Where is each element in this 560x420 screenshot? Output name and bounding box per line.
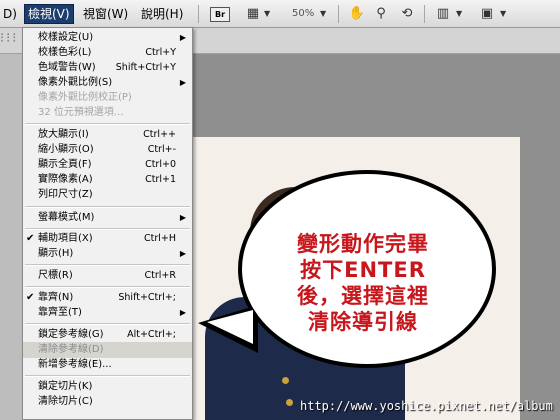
menu-item-show[interactable]: 顯示(H) ▶ <box>23 246 192 262</box>
checkmark-icon: ✔ <box>26 292 35 303</box>
menu-bar: D) 檢視(V) 視窗(W) 說明(H) Br ▦ ▼ 50% ▼ ✋ ⚲ ⟲ … <box>0 0 560 28</box>
options-bar-grip: ⁝⁝⁝ <box>0 31 19 46</box>
menu-view[interactable]: 檢視(V) <box>24 4 74 24</box>
toolbar-separator <box>338 5 339 23</box>
menu-item-proof-setup[interactable]: 校樣設定(U) ▶ <box>23 30 192 46</box>
hand-tool-icon[interactable]: ✋ <box>348 6 366 22</box>
menu-item-snap-to[interactable]: 靠齊至(T) ▶ <box>23 305 192 321</box>
menu-item-lock-slices[interactable]: 鎖定切片(K) <box>23 379 192 395</box>
menu-separator <box>25 206 190 208</box>
speech-bubble-tail-inner <box>207 310 253 344</box>
menu-item-gamut-warning[interactable]: 色域警告(W) Shift+Ctrl+Y <box>23 60 192 76</box>
chevron-down-icon[interactable]: ▼ <box>264 6 270 22</box>
screen-mode-icon[interactable]: ▣ <box>478 6 496 22</box>
bubble-line: 變形動作完畢 <box>297 232 429 256</box>
menu-item-zoom-out[interactable]: 縮小顯示(O) Ctrl+- <box>23 142 192 158</box>
bubble-line: 後，選擇這裡 <box>297 284 429 308</box>
menu-item-lock-guides[interactable]: 鎖定參考線(G) Alt+Ctrl+; <box>23 327 192 343</box>
menu-item-clear-slices[interactable]: 清除切片(C) <box>23 394 192 410</box>
zoom-tool-icon[interactable]: ⚲ <box>372 6 390 22</box>
menu-item-new-guide[interactable]: 新增參考線(E)... <box>23 357 192 373</box>
toolbar-separator <box>198 5 199 23</box>
menu-item-proof-colors[interactable]: 校樣色彩(L) Ctrl+Y <box>23 45 192 61</box>
arrange-documents-icon[interactable]: ▥ <box>434 6 452 22</box>
menu-separator <box>25 286 190 288</box>
menu-separator <box>25 123 190 125</box>
bubble-line: 清除導引線 <box>308 310 418 334</box>
menu-separator <box>25 323 190 325</box>
tools-panel <box>0 54 24 420</box>
menu-item-extras[interactable]: ✔ 輔助項目(X) Ctrl+H <box>23 231 192 247</box>
menu-edit-partial[interactable]: D) <box>0 5 20 23</box>
jacket-button <box>282 377 289 384</box>
menu-item-print-size[interactable]: 列印尺寸(Z) <box>23 187 192 203</box>
chevron-down-icon[interactable]: ▼ <box>320 6 326 22</box>
watermark-url: http://www.yoshice.pixnet.net/album <box>300 399 553 413</box>
chevron-down-icon[interactable]: ▼ <box>456 6 462 22</box>
chevron-down-icon[interactable]: ▼ <box>500 6 506 22</box>
menu-separator <box>25 228 190 230</box>
zoom-level[interactable]: 50% <box>292 6 314 22</box>
speech-bubble-text: 變形動作完畢 按下ENTER 後，選擇這裡 清除導引線 <box>258 231 468 335</box>
menu-item-rulers[interactable]: 尺標(R) Ctrl+R <box>23 268 192 284</box>
menu-item-pixel-aspect-correction: 像素外觀比例校正(P) <box>38 92 132 103</box>
menu-item-screen-mode[interactable]: 螢幕模式(M) ▶ <box>23 210 192 226</box>
bridge-button[interactable]: Br <box>210 7 230 22</box>
menu-item-actual-pixels[interactable]: 實際像素(A) Ctrl+1 <box>23 172 192 188</box>
menu-item-zoom-in[interactable]: 放大顯示(I) Ctrl++ <box>23 127 192 143</box>
checkmark-icon: ✔ <box>26 233 35 244</box>
menu-separator <box>25 375 190 377</box>
rotate-view-icon[interactable]: ⟲ <box>398 6 416 22</box>
view-menu-dropdown: 校樣設定(U) ▶ 校樣色彩(L) Ctrl+Y 色域警告(W) Shift+Ctrl… <box>22 27 193 420</box>
menu-item-snap[interactable]: ✔ 靠齊(N) Shift+Ctrl+; <box>23 290 192 306</box>
menu-separator <box>25 264 190 266</box>
toolbar-separator <box>424 5 425 23</box>
menu-window[interactable]: 視窗(W) <box>80 5 131 23</box>
bubble-line: 按下ENTER <box>300 258 426 282</box>
menu-help[interactable]: 說明(H) <box>138 5 186 23</box>
menu-item-fit-on-screen[interactable]: 顯示全頁(F) Ctrl+0 <box>23 157 192 173</box>
view-extras-icon[interactable]: ▦ <box>244 6 262 22</box>
menu-item-pixel-aspect-ratio[interactable]: 像素外觀比例(S) ▶ <box>23 75 192 91</box>
menu-item-32bit-preview: 32 位元預視選項... <box>38 107 124 118</box>
jacket-button <box>286 399 293 406</box>
menu-item-clear-guides[interactable]: 清除參考線(D) <box>23 342 192 358</box>
